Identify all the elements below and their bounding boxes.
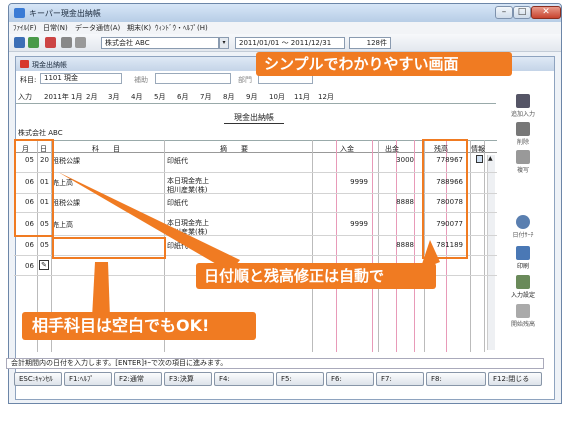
callout-auto-sort: 日付順と残高修正は自動で [196, 263, 436, 289]
callout-simple-screen: シンプルでわかりやすい画面 [256, 52, 512, 76]
arrow-account [92, 262, 110, 318]
arrow-date [58, 172, 240, 272]
callout-blank-ok: 相手科目は空白でもOK! [22, 312, 256, 340]
